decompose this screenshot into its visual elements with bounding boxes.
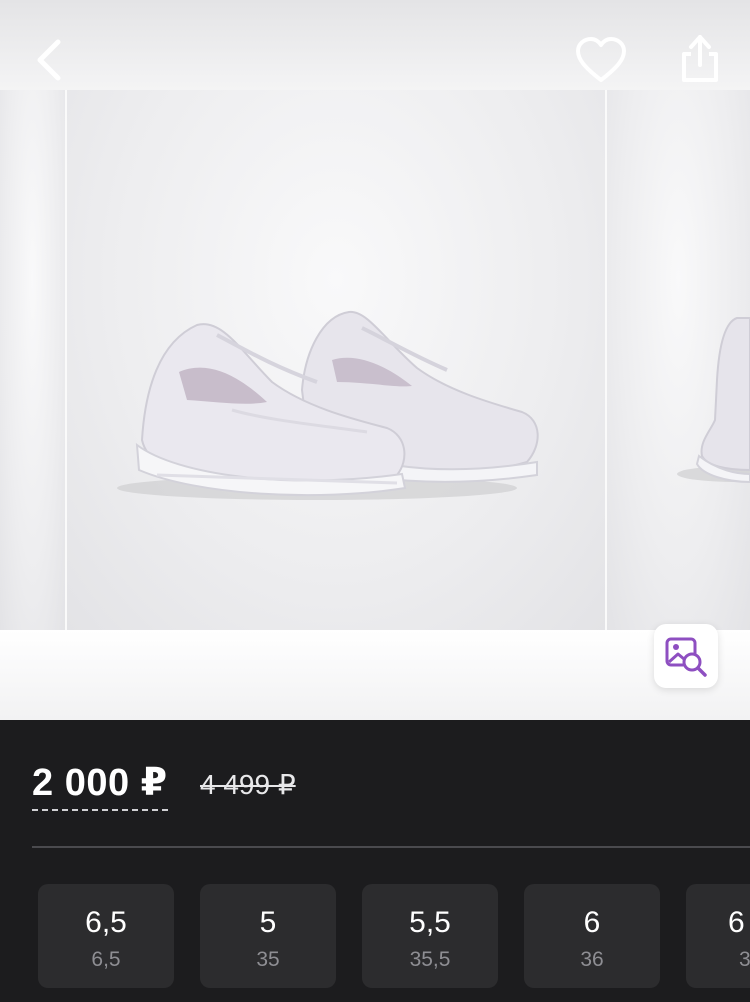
- size-value: 5: [259, 906, 277, 939]
- size-value: 6: [728, 906, 745, 939]
- size-eu-value: 35: [256, 948, 280, 971]
- product-image: [117, 310, 539, 500]
- old-price: 4 499 ₽: [200, 769, 296, 800]
- back-button[interactable]: [30, 36, 70, 86]
- size-eu-value: 36: [580, 948, 604, 971]
- product-image-next: [677, 317, 750, 484]
- top-bar: [0, 0, 750, 90]
- favorite-button[interactable]: [574, 36, 628, 86]
- heart-icon: [576, 37, 626, 82]
- size-eu-value: 6,5: [91, 948, 121, 971]
- visual-search-button[interactable]: [654, 624, 718, 688]
- image-search-icon: [665, 637, 707, 677]
- gallery-slide-current[interactable]: [67, 90, 605, 630]
- size-option[interactable]: 6 3: [686, 884, 750, 988]
- product-hero: [0, 0, 750, 720]
- size-value: 5,5: [409, 906, 451, 939]
- size-option[interactable]: 6 36: [524, 884, 660, 988]
- share-icon: [682, 35, 718, 82]
- gallery-slide-next[interactable]: [607, 90, 750, 630]
- size-option[interactable]: 6,5 6,5: [38, 884, 174, 988]
- size-eu-value: 3: [739, 948, 750, 971]
- chevron-left-icon: [37, 39, 61, 81]
- share-button[interactable]: [676, 32, 724, 84]
- size-value: 6,5: [85, 906, 127, 939]
- image-gallery[interactable]: [0, 90, 750, 630]
- gallery-footer: [0, 630, 750, 720]
- size-selector: 6,5 6,5 5 35 5,5 35,5 6 36 6 3: [38, 884, 750, 988]
- divider: [32, 846, 750, 848]
- gallery-slide-previous[interactable]: [0, 90, 65, 630]
- current-price[interactable]: 2 000 ₽: [32, 760, 168, 811]
- size-value: 6: [583, 906, 601, 939]
- size-eu-value: 35,5: [409, 948, 451, 971]
- purchase-panel: 2 000 ₽ 4 499 ₽ 6,5 6,5 5 35 5,5 35,5 6 …: [0, 720, 750, 1002]
- size-option[interactable]: 5,5 35,5: [362, 884, 498, 988]
- size-option[interactable]: 5 35: [200, 884, 336, 988]
